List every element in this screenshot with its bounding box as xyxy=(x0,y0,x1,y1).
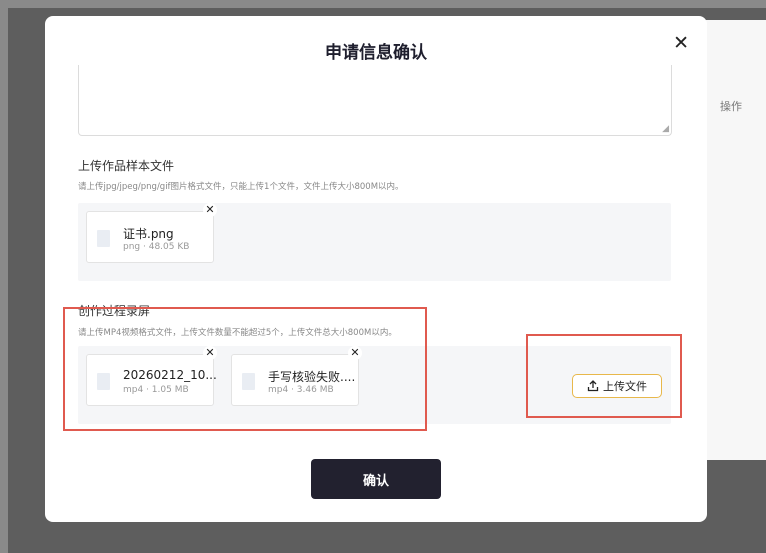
confirm-button[interactable]: 确认 xyxy=(311,459,441,499)
close-icon[interactable]: ✕ xyxy=(673,32,689,54)
description-textarea[interactable]: ◢ xyxy=(78,65,672,136)
file-meta: png · 48.05 KB xyxy=(123,242,190,252)
highlight-box-upload xyxy=(526,334,682,418)
sample-file-area[interactable]: 证书.png png · 48.05 KB ✕ xyxy=(78,203,671,281)
file-name: 证书.png xyxy=(123,227,174,241)
resize-handle-icon[interactable]: ◢ xyxy=(662,124,669,134)
background-panel xyxy=(706,20,766,460)
sample-section-hint: 请上传jpg/jpeg/png/gif图片格式文件，只能上传1个文件，文件上传大… xyxy=(78,182,404,192)
confirm-dialog: 申请信息确认 ✕ ◢ 上传作品样本文件 请上传jpg/jpeg/png/gif图… xyxy=(45,16,707,522)
remove-file-icon[interactable]: ✕ xyxy=(203,203,217,217)
file-icon xyxy=(97,230,110,247)
sample-file-card[interactable]: 证书.png png · 48.05 KB ✕ xyxy=(86,203,217,263)
sample-section-title: 上传作品样本文件 xyxy=(78,159,175,173)
background-column-header: 操作 xyxy=(720,100,742,113)
highlight-box-files xyxy=(63,307,427,431)
dialog-title: 申请信息确认 xyxy=(325,43,427,63)
